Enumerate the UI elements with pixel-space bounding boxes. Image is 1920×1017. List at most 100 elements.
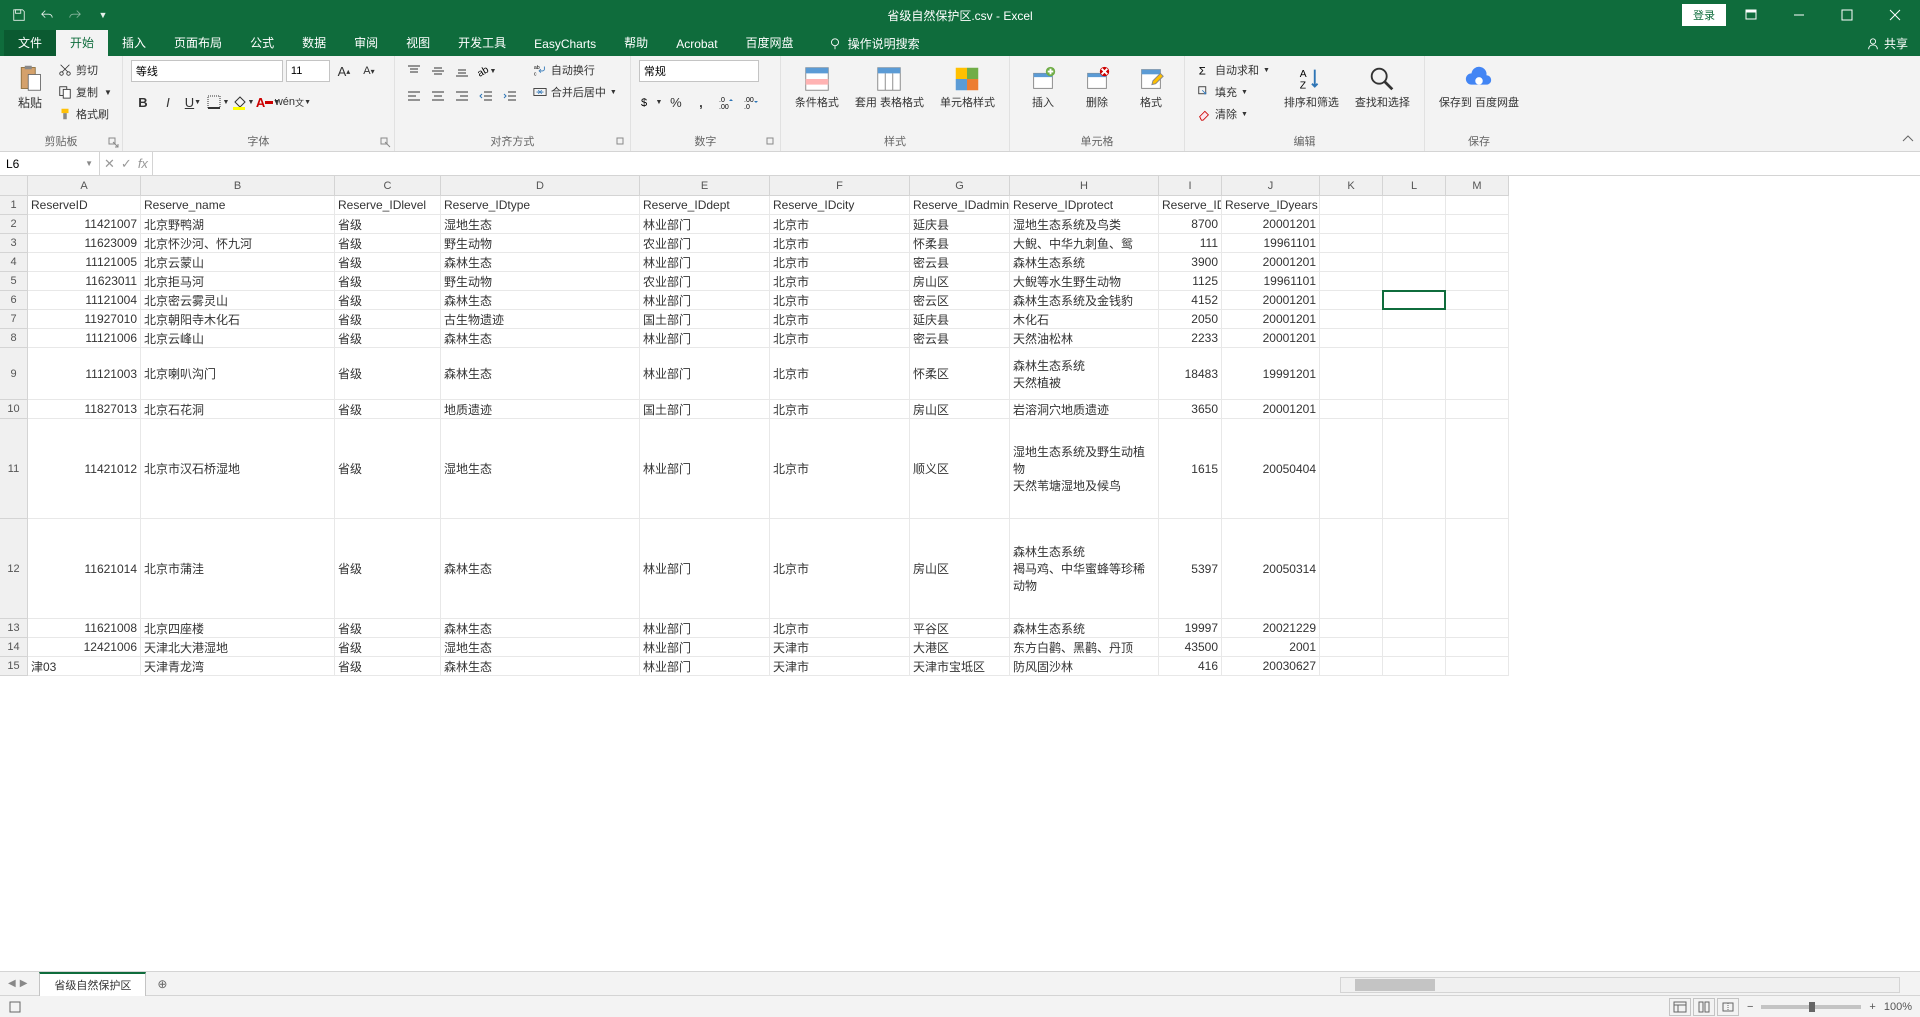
align-left-icon[interactable] bbox=[403, 85, 425, 107]
cell[interactable]: 20050314 bbox=[1222, 519, 1320, 618]
tab-file[interactable]: 文件 bbox=[4, 29, 56, 56]
tab-baidu[interactable]: 百度网盘 bbox=[732, 29, 808, 56]
cell[interactable]: Reserve_IDdept bbox=[640, 196, 770, 214]
column-header[interactable]: I bbox=[1159, 176, 1222, 195]
column-header[interactable]: D bbox=[441, 176, 640, 195]
cell[interactable]: 北京市 bbox=[770, 291, 910, 309]
cell[interactable]: 416 bbox=[1159, 657, 1222, 675]
tab-home[interactable]: 开始 bbox=[56, 29, 108, 56]
cell[interactable]: 省级 bbox=[335, 638, 441, 656]
cell[interactable]: 北京市 bbox=[770, 215, 910, 233]
redo-icon[interactable] bbox=[64, 4, 86, 26]
cell[interactable]: 2001 bbox=[1222, 638, 1320, 656]
delete-cells-button[interactable]: 删除 bbox=[1072, 60, 1122, 114]
insert-cells-button[interactable]: 插入 bbox=[1018, 60, 1068, 114]
cell[interactable]: 国土部门 bbox=[640, 310, 770, 328]
cell[interactable] bbox=[1320, 234, 1383, 252]
cell[interactable]: 森林生态 bbox=[441, 657, 640, 675]
cell[interactable]: 北京密云雾灵山 bbox=[141, 291, 335, 309]
cell[interactable]: 天津青龙湾 bbox=[141, 657, 335, 675]
cell[interactable]: Reserve_IDadmin bbox=[910, 196, 1010, 214]
underline-button[interactable]: U▼ bbox=[181, 90, 205, 114]
cell[interactable]: 北京拒马河 bbox=[141, 272, 335, 290]
cell[interactable] bbox=[1383, 619, 1446, 637]
align-top-icon[interactable] bbox=[403, 60, 425, 82]
clear-button[interactable]: 清除▼ bbox=[1193, 104, 1274, 124]
zoom-in-button[interactable]: + bbox=[1869, 1001, 1875, 1013]
cell[interactable] bbox=[1320, 638, 1383, 656]
row-headers[interactable]: 123456789101112131415 bbox=[0, 196, 28, 676]
cell[interactable]: 北京喇叭沟门 bbox=[141, 348, 335, 399]
cell[interactable]: 11621008 bbox=[28, 619, 141, 637]
cell[interactable] bbox=[1446, 310, 1509, 328]
cell[interactable]: 北京四座楼 bbox=[141, 619, 335, 637]
cell[interactable]: 20001201 bbox=[1222, 329, 1320, 347]
cell[interactable]: 11421012 bbox=[28, 419, 141, 518]
tab-insert[interactable]: 插入 bbox=[108, 29, 160, 56]
percent-format-button[interactable]: % bbox=[664, 90, 688, 114]
autosum-button[interactable]: Σ自动求和▼ bbox=[1193, 60, 1274, 80]
cell[interactable]: 省级 bbox=[335, 272, 441, 290]
column-header[interactable]: G bbox=[910, 176, 1010, 195]
tab-easycharts[interactable]: EasyCharts bbox=[520, 32, 610, 56]
name-box[interactable]: ▼ bbox=[0, 152, 100, 175]
cell[interactable]: 北京市汉石桥湿地 bbox=[141, 419, 335, 518]
maximize-icon[interactable] bbox=[1824, 0, 1870, 30]
cell[interactable]: 北京云峰山 bbox=[141, 329, 335, 347]
cell[interactable] bbox=[1320, 310, 1383, 328]
cell[interactable] bbox=[1446, 253, 1509, 271]
cell[interactable] bbox=[1320, 348, 1383, 399]
cell[interactable]: 20001201 bbox=[1222, 291, 1320, 309]
collapse-ribbon-icon[interactable] bbox=[1900, 131, 1916, 147]
cell[interactable] bbox=[1446, 519, 1509, 618]
tell-me-search[interactable]: 操作说明搜索 bbox=[820, 31, 928, 56]
cell[interactable]: 11621014 bbox=[28, 519, 141, 618]
cell[interactable]: 森林生态 bbox=[441, 619, 640, 637]
align-right-icon[interactable] bbox=[451, 85, 473, 107]
cell[interactable] bbox=[1320, 400, 1383, 418]
cell[interactable]: 省级 bbox=[335, 329, 441, 347]
increase-decimal-button[interactable]: .0.00 bbox=[714, 90, 738, 114]
cell[interactable]: 林业部门 bbox=[640, 253, 770, 271]
cell[interactable]: 湿地生态系统及鸟类 bbox=[1010, 215, 1159, 233]
find-select-button[interactable]: 查找和选择 bbox=[1349, 60, 1416, 114]
cell[interactable]: 天津市宝坻区 bbox=[910, 657, 1010, 675]
close-icon[interactable] bbox=[1872, 0, 1918, 30]
cell[interactable]: 国土部门 bbox=[640, 400, 770, 418]
cell[interactable]: Reserve_IDcity bbox=[770, 196, 910, 214]
cell[interactable]: 北京云蒙山 bbox=[141, 253, 335, 271]
cell[interactable]: 天然油松林 bbox=[1010, 329, 1159, 347]
cell[interactable]: 省级 bbox=[335, 657, 441, 675]
cell[interactable]: Reserve_IDtype bbox=[441, 196, 640, 214]
cell[interactable]: 房山区 bbox=[910, 400, 1010, 418]
cell[interactable]: 20021229 bbox=[1222, 619, 1320, 637]
cell[interactable]: 大港区 bbox=[910, 638, 1010, 656]
cell[interactable]: 林业部门 bbox=[640, 519, 770, 618]
cell[interactable]: 密云区 bbox=[910, 291, 1010, 309]
cell[interactable] bbox=[1383, 234, 1446, 252]
share-button[interactable]: 共享 bbox=[1854, 31, 1920, 56]
cell[interactable]: 房山区 bbox=[910, 519, 1010, 618]
cell[interactable]: 1125 bbox=[1159, 272, 1222, 290]
cell[interactable]: 省级 bbox=[335, 419, 441, 518]
cell[interactable]: 林业部门 bbox=[640, 348, 770, 399]
cell[interactable]: 19961101 bbox=[1222, 272, 1320, 290]
cell[interactable]: 11121004 bbox=[28, 291, 141, 309]
cell[interactable]: 野生动物 bbox=[441, 234, 640, 252]
cell[interactable]: 大鲵、中华九刺鱼、鸳 bbox=[1010, 234, 1159, 252]
cell[interactable] bbox=[1383, 419, 1446, 518]
cell[interactable]: ReserveID bbox=[28, 196, 141, 214]
cell[interactable]: 湿地生态 bbox=[441, 638, 640, 656]
cell[interactable] bbox=[1320, 657, 1383, 675]
cell[interactable] bbox=[1446, 619, 1509, 637]
cell[interactable]: 大鲵等水生野生动物 bbox=[1010, 272, 1159, 290]
align-center-icon[interactable] bbox=[427, 85, 449, 107]
cell[interactable] bbox=[1383, 519, 1446, 618]
cell[interactable] bbox=[1320, 519, 1383, 618]
decrease-font-icon[interactable]: A▾ bbox=[358, 60, 380, 82]
fill-button[interactable]: 填充▼ bbox=[1193, 82, 1274, 102]
cell[interactable]: 森林生态 bbox=[441, 519, 640, 618]
cell[interactable]: 北京市 bbox=[770, 619, 910, 637]
column-header[interactable]: B bbox=[141, 176, 335, 195]
cell[interactable]: 森林生态系统 bbox=[1010, 253, 1159, 271]
